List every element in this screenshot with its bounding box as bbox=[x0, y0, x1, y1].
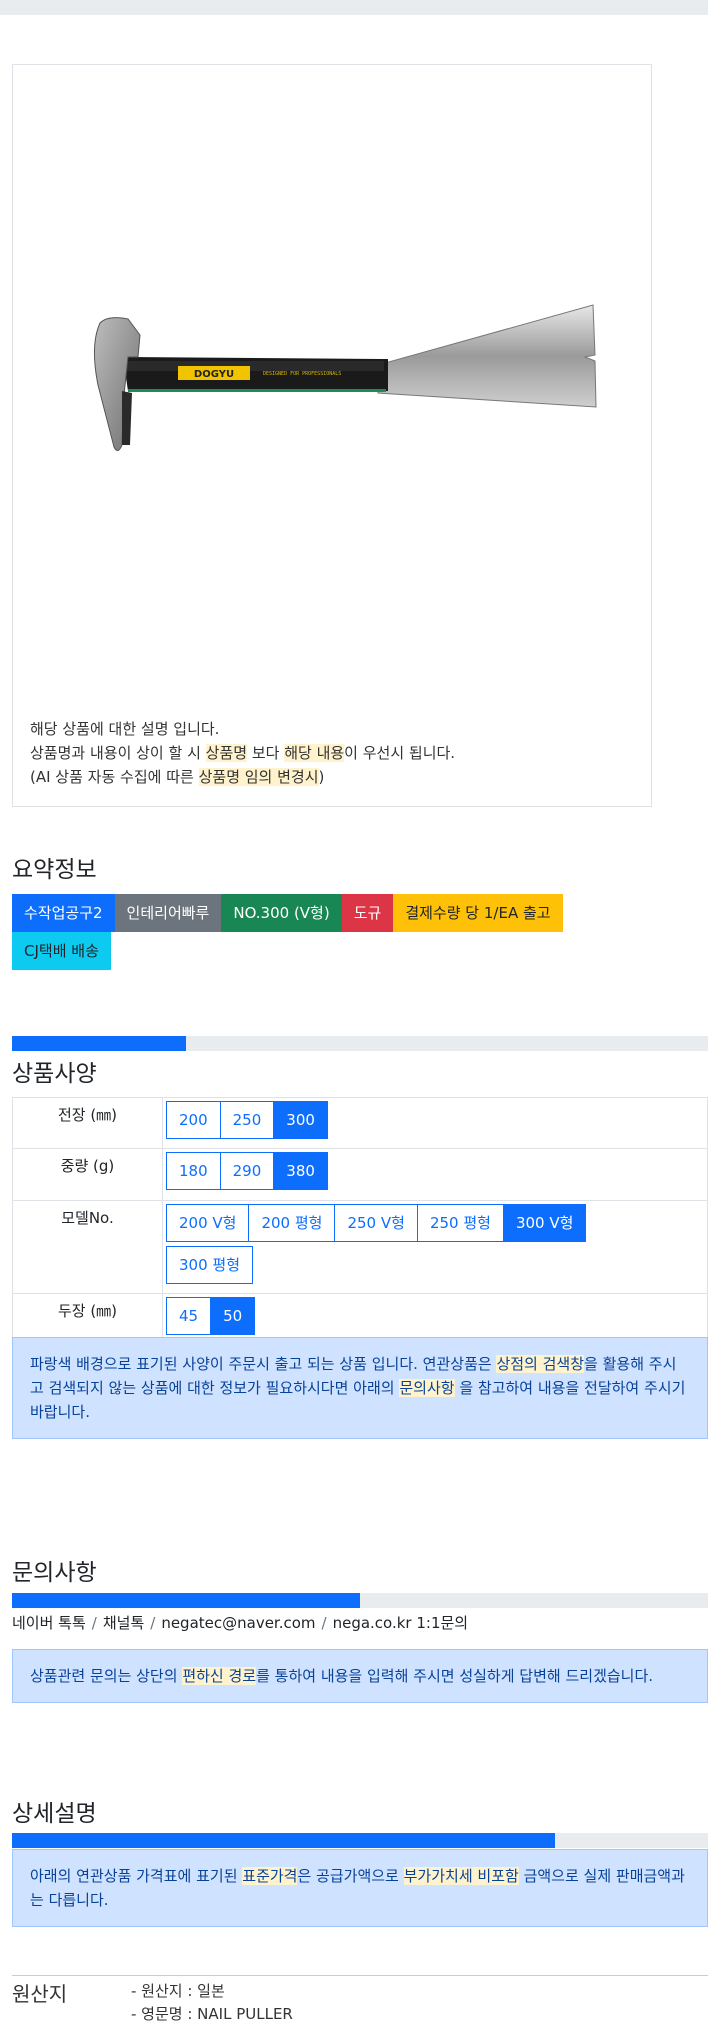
spec-label: 중량 (g) bbox=[12, 1148, 163, 1201]
detail-notice-text: 은 공급가액으로 bbox=[297, 1867, 404, 1885]
summary-badge: 결제수량 당 1/EA 출고 bbox=[393, 894, 563, 932]
description-highlight: 해당 내용 bbox=[284, 744, 345, 762]
spec-options: 200 V형 200 평형 250 V형 250 평형 300 V형 300 평형 bbox=[162, 1200, 708, 1294]
summary-badge: CJ택배 배송 bbox=[12, 932, 111, 970]
detail-notice-alert: 아래의 연관상품 가격표에 표기된 표준가격은 공급가액으로 부가가치세 비포함… bbox=[12, 1849, 708, 1927]
description-text: ) bbox=[318, 768, 325, 786]
origin-list: - 원산지 : 일본 - 영문명 : NAIL PULLER bbox=[131, 1980, 293, 2026]
spec-option-button[interactable]: 290 bbox=[219, 1152, 275, 1190]
contact-link[interactable]: nega.co.kr 1:1문의 bbox=[333, 1614, 469, 1632]
spec-option-button[interactable]: 250 V형 bbox=[334, 1204, 418, 1242]
spec-row: 모델No. 200 V형 200 평형 250 V형 250 평형 300 V형 300 평… bbox=[12, 1200, 708, 1294]
spec-row: 전장 (㎜) 200 250 300 bbox=[12, 1097, 708, 1149]
contact-separator: / bbox=[150, 1614, 156, 1632]
detail-title: 상세설명 bbox=[12, 1801, 97, 1827]
top-progress-bar bbox=[0, 0, 708, 15]
spec-notice-highlight: 상점의 검색창 bbox=[496, 1355, 585, 1373]
detail-notice-text: 아래의 연관상품 가격표에 표기된 bbox=[30, 1867, 243, 1885]
contact-list: 네이버 톡톡 / 채널톡 / negatec@naver.com / nega.co.kr … bbox=[12, 1612, 468, 1633]
spec-option-button[interactable]: 180 bbox=[166, 1152, 221, 1190]
spec-table: 전장 (㎜) 200 250 300 중량 (g) 180 290 380 모델No. 200 V… bbox=[12, 1097, 708, 1346]
spec-notice-highlight: 문의사항 bbox=[399, 1379, 455, 1397]
detail-progress-fill bbox=[12, 1833, 555, 1848]
spec-notice-text: 파랑색 배경으로 표기된 사양이 주문시 출고 되는 상품 입니다. 연관상품은 bbox=[30, 1355, 497, 1373]
contact-separator: / bbox=[321, 1614, 327, 1632]
spec-option-button[interactable]: 380 bbox=[273, 1152, 328, 1190]
spec-option-button[interactable]: 300 bbox=[273, 1101, 328, 1139]
spec-option-button[interactable]: 45 bbox=[166, 1297, 212, 1335]
inquiry-progress-fill bbox=[12, 1593, 360, 1608]
contact-link[interactable]: 네이버 톡톡 bbox=[12, 1614, 86, 1632]
svg-text:DESIGNED FOR PROFESSIONALS: DESIGNED FOR PROFESSIONALS bbox=[263, 371, 341, 377]
specs-title: 상품사양 bbox=[12, 1061, 97, 1087]
description-text: 해당 상품에 대한 설명 입니다. bbox=[30, 720, 220, 738]
description-highlight: 상품명 bbox=[205, 744, 248, 762]
spec-option-button[interactable]: 200 bbox=[166, 1101, 221, 1139]
inquiry-notice-highlight: 편하신 경로 bbox=[182, 1667, 257, 1685]
spec-option-button[interactable]: 50 bbox=[210, 1297, 256, 1335]
summary-title: 요약정보 bbox=[12, 857, 97, 883]
spec-option-button[interactable]: 250 bbox=[219, 1101, 275, 1139]
spec-option-button[interactable]: 200 평형 bbox=[248, 1204, 336, 1242]
contact-link[interactable]: 채널톡 bbox=[103, 1614, 144, 1632]
description-text: 상품명과 내용이 상이 할 시 bbox=[30, 744, 206, 762]
description-text: 이 우선시 됩니다. bbox=[344, 744, 456, 762]
spec-label: 전장 (㎜) bbox=[12, 1097, 163, 1149]
inquiry-notice-text: 상품관련 문의는 상단의 bbox=[30, 1667, 183, 1685]
spec-option-button[interactable]: 250 평형 bbox=[416, 1204, 504, 1242]
description-highlight: 상품명 임의 변경시 bbox=[198, 768, 319, 786]
description-line: (AI 상품 자동 수집에 따른 상품명 임의 변경시) bbox=[30, 765, 455, 789]
summary-badge: 도규 bbox=[341, 894, 394, 932]
detail-notice-highlight: 표준가격 bbox=[242, 1867, 298, 1885]
spec-options: 200 250 300 bbox=[162, 1097, 708, 1149]
inquiry-notice-alert: 상품관련 문의는 상단의 편하신 경로를 통하여 내용을 입력해 주시면 성실하… bbox=[12, 1649, 708, 1703]
description-line: 상품명과 내용이 상이 할 시 상품명 보다 해당 내용이 우선시 됩니다. bbox=[30, 741, 455, 765]
summary-badge: 수작업공구2 bbox=[12, 894, 115, 932]
contact-link[interactable]: negatec@naver.com bbox=[161, 1614, 315, 1632]
summary-badge: 인테리어빠루 bbox=[114, 894, 222, 932]
inquiry-title: 문의사항 bbox=[12, 1560, 97, 1586]
summary-progress-fill bbox=[12, 1036, 186, 1051]
spec-options: 180 290 380 bbox=[162, 1148, 708, 1201]
origin-divider bbox=[12, 1975, 708, 1976]
brand-label: DOGYU bbox=[194, 369, 234, 380]
spec-row: 중량 (g) 180 290 380 bbox=[12, 1148, 708, 1201]
summary-badges: 수작업공구2 인테리어빠루 NO.300 (V형) 도규 결제수량 당 1/EA 출고 C… bbox=[12, 894, 622, 970]
spec-option-button[interactable]: 300 평형 bbox=[166, 1246, 253, 1284]
summary-badge: NO.300 (V형) bbox=[221, 894, 342, 932]
inquiry-progress-bar bbox=[12, 1593, 708, 1608]
spec-notice-alert: 파랑색 배경으로 표기된 사양이 주문시 출고 되는 상품 입니다. 연관상품은… bbox=[12, 1337, 708, 1439]
spec-label: 모델No. bbox=[12, 1200, 163, 1294]
description-line: 해당 상품에 대한 설명 입니다. bbox=[30, 717, 455, 741]
contact-separator: / bbox=[91, 1614, 97, 1632]
detail-progress-bar bbox=[12, 1833, 708, 1848]
description-text: 보다 bbox=[247, 744, 285, 762]
product-description: 해당 상품에 대한 설명 입니다. 상품명과 내용이 상이 할 시 상품명 보다 … bbox=[30, 717, 455, 789]
spec-option-button[interactable]: 300 V형 bbox=[502, 1204, 587, 1242]
origin-item: - 원산지 : 일본 bbox=[131, 1982, 225, 2000]
nail-puller-tool-icon: DOGYU DESIGNED FOR PROFESSIONALS bbox=[94, 304, 597, 451]
detail-notice-highlight: 부가가치세 비포함 bbox=[403, 1867, 519, 1885]
summary-progress-bar bbox=[12, 1036, 708, 1051]
inquiry-notice-text: 를 통하여 내용을 입력해 주시면 성실하게 답변해 드리겠습니다. bbox=[256, 1667, 654, 1685]
origin-title: 원산지 bbox=[12, 1982, 68, 2006]
spec-option-button[interactable]: 200 V형 bbox=[166, 1204, 250, 1242]
description-text: (AI 상품 자동 수집에 따른 bbox=[30, 768, 199, 786]
product-image-card: DOGYU DESIGNED FOR PROFESSIONALS 해당 상품에 … bbox=[12, 64, 652, 807]
origin-item: - 영문명 : NAIL PULLER bbox=[131, 2005, 293, 2023]
